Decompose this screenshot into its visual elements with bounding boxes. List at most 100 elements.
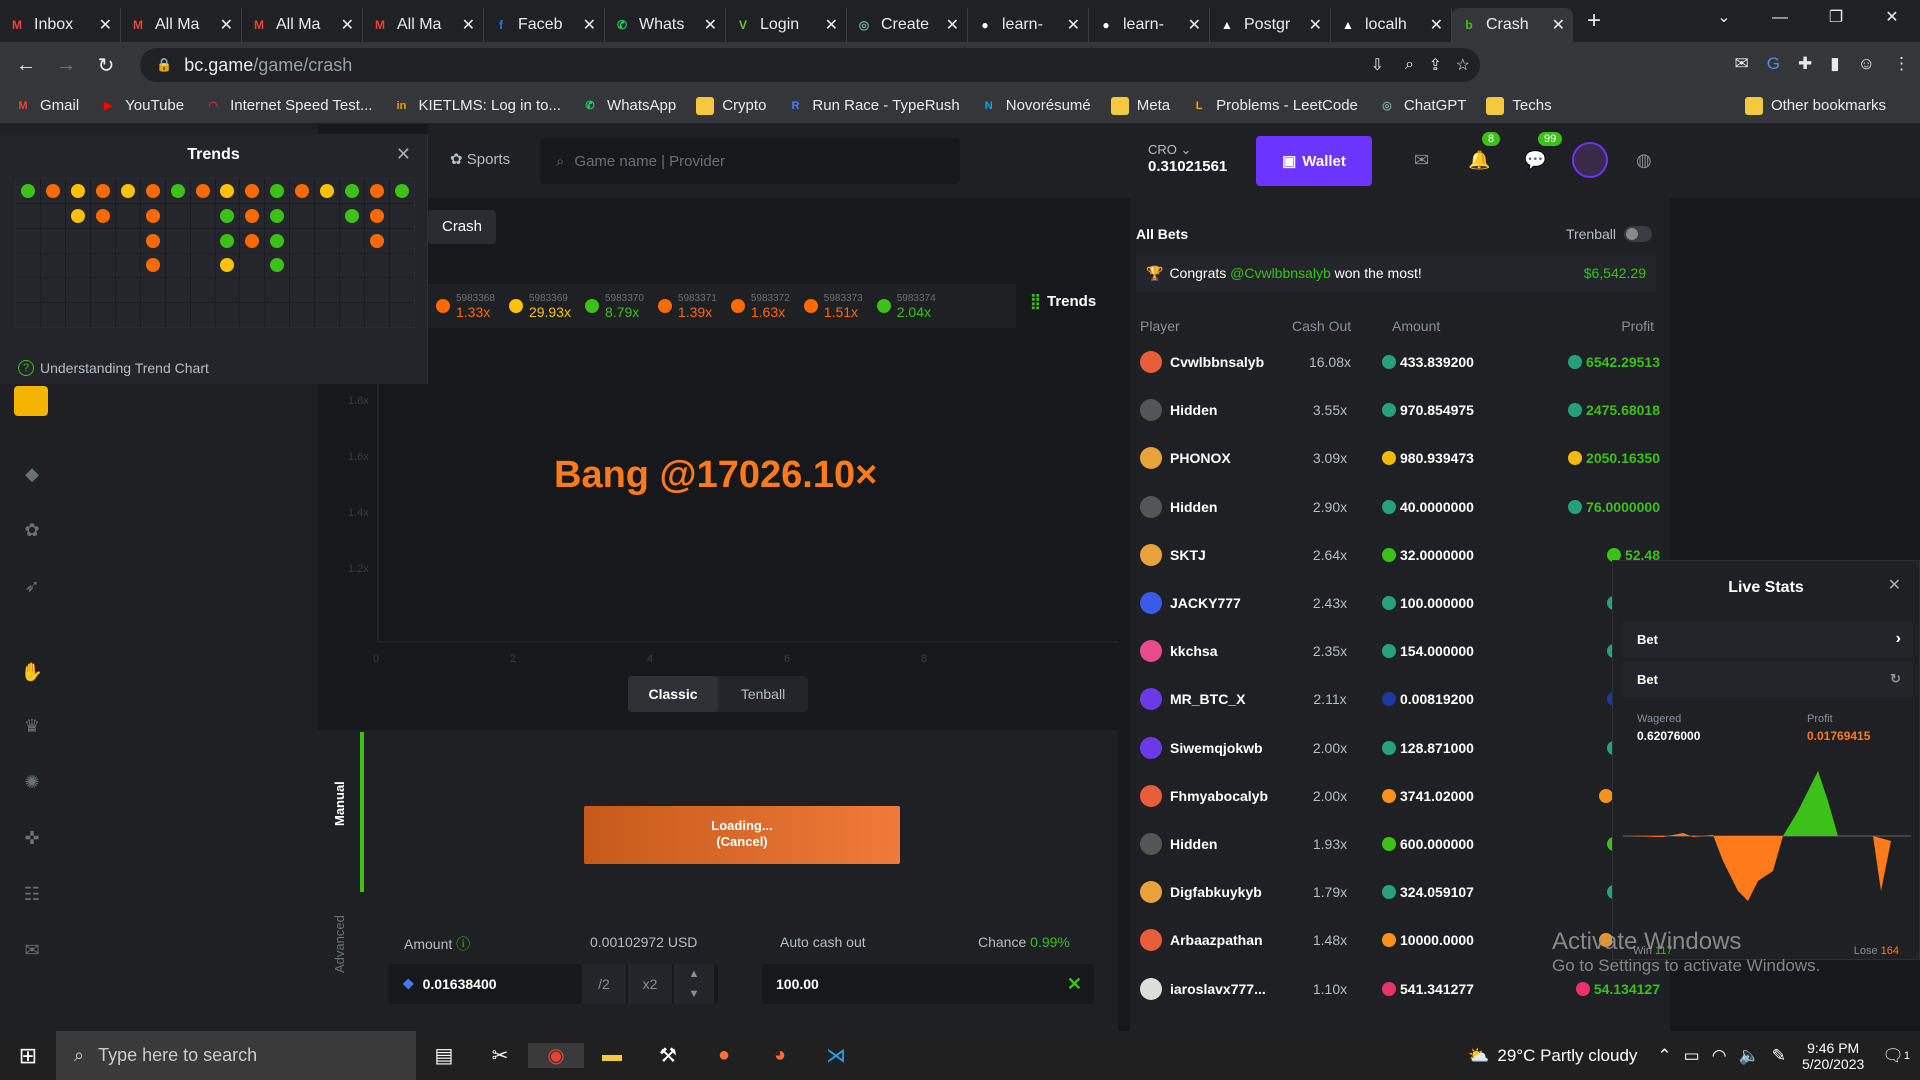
- sidebar-racing-icon[interactable]: ➶: [20, 576, 44, 600]
- sidebar-sports-icon[interactable]: ✿: [20, 520, 44, 544]
- refresh-icon[interactable]: ↻: [1890, 671, 1901, 687]
- close-tab-icon[interactable]: ✕: [1430, 15, 1443, 35]
- half-button[interactable]: /2: [582, 964, 626, 1004]
- bookmark-item[interactable]: M Gmail: [14, 97, 79, 115]
- understanding-trend-link[interactable]: ? Understanding Trend Chart: [18, 360, 209, 376]
- sidebar-lottery-icon[interactable]: ✋: [20, 662, 44, 686]
- extensions-puzzle-icon[interactable]: ✚: [1798, 54, 1812, 74]
- tab-crash[interactable]: Crash: [428, 210, 496, 244]
- menu-kebab-icon[interactable]: ⋮: [1893, 54, 1910, 74]
- history-item[interactable]: 5983368 1.33x: [436, 293, 495, 320]
- history-item[interactable]: 5983373 1.51x: [803, 293, 863, 320]
- other-bookmarks[interactable]: Other bookmarks: [1744, 96, 1886, 115]
- browser-tab[interactable]: M All Ma ✕: [242, 8, 363, 42]
- close-tab-icon[interactable]: ✕: [220, 15, 233, 35]
- sidebar-game-icon[interactable]: ✜: [20, 828, 44, 852]
- clock[interactable]: 9:46 PM 5/20/2023: [1802, 1040, 1864, 1072]
- close-tab-icon[interactable]: ✕: [1552, 15, 1565, 35]
- maximize-button[interactable]: ❐: [1808, 0, 1864, 36]
- bet-row[interactable]: PHONOX 3.09x 980.939473 2050.16350: [1140, 440, 1660, 476]
- notification-bell-icon[interactable]: 🔔: [1468, 150, 1490, 171]
- browser-tab[interactable]: M All Ma ✕: [363, 8, 484, 42]
- browser-tab[interactable]: ▲ Postgr ✕: [1210, 8, 1331, 42]
- bet-row[interactable]: SKTJ 2.64x 32.0000000 52.48: [1140, 537, 1660, 573]
- bet-row[interactable]: Hidden1.93x600.000000558.0: [1140, 826, 1660, 862]
- sidebar-chat-icon[interactable]: ✉: [20, 940, 44, 964]
- close-icon[interactable]: ✕: [1888, 575, 1901, 595]
- sidebar-casino-icon[interactable]: ◆: [20, 464, 44, 488]
- browser-tab[interactable]: M All Ma ✕: [121, 8, 242, 42]
- share-icon[interactable]: ⇪: [1429, 55, 1442, 75]
- bet-row[interactable]: Hidden 2.90x 40.0000000 76.0000000: [1140, 489, 1660, 525]
- browser-tab[interactable]: ✆ Whats ✕: [605, 8, 726, 42]
- bet-row[interactable]: Siwemqjokwb2.00x128.871000128.8: [1140, 730, 1660, 766]
- bookmark-item[interactable]: ✆ WhatsApp: [581, 97, 676, 115]
- forward-button[interactable]: →: [46, 54, 86, 77]
- wifi-icon[interactable]: ◠: [1712, 1046, 1727, 1066]
- bet-row[interactable]: Hidden 3.55x 970.854975 2475.68018: [1140, 392, 1660, 428]
- bookmark-item[interactable]: L Problems - LeetCode: [1190, 97, 1358, 115]
- auto-cashout-input[interactable]: 100.00 ✕: [762, 964, 1094, 1004]
- vscode-icon[interactable]: ⋊: [808, 1043, 864, 1068]
- browser-tab[interactable]: ● learn- ✕: [1089, 8, 1210, 42]
- language-globe-icon[interactable]: ◍: [1636, 150, 1652, 171]
- promo-icon[interactable]: [14, 386, 48, 416]
- close-tab-icon[interactable]: ✕: [462, 15, 475, 35]
- bet-select[interactable]: Bet ›: [1623, 621, 1913, 657]
- user-avatar[interactable]: [1572, 142, 1608, 178]
- postman-icon[interactable]: ◕: [752, 1044, 808, 1067]
- mail-extension-icon[interactable]: ✉: [1735, 54, 1749, 74]
- bookmark-item[interactable]: ▶ YouTube: [99, 97, 184, 115]
- tab-classic[interactable]: Classic: [628, 676, 718, 712]
- close-tab-icon[interactable]: ✕: [825, 15, 838, 35]
- firefox-icon[interactable]: ●: [696, 1044, 752, 1067]
- history-item[interactable]: 5983371 1.39x: [657, 293, 717, 320]
- sidebar-vip-icon[interactable]: ♛: [20, 716, 44, 740]
- tray-chevron-icon[interactable]: ⌃: [1657, 1046, 1671, 1066]
- bookmark-item[interactable]: R Run Race - TypeRush: [786, 97, 959, 115]
- history-item[interactable]: 5983370 8.79x: [584, 293, 644, 320]
- notification-center-icon[interactable]: 🗨: [1882, 1046, 1904, 1066]
- currency-balance[interactable]: CRO ⌄ 0.31021561: [1148, 142, 1227, 175]
- tools-icon[interactable]: ⚒: [640, 1043, 696, 1068]
- history-item[interactable]: 5983372 1.63x: [730, 293, 790, 320]
- bet-row[interactable]: Cvwlbbnsalyb 16.08x 433.839200 6542.29513: [1140, 344, 1660, 380]
- back-button[interactable]: ←: [6, 54, 46, 77]
- snipping-tool-icon[interactable]: ✂: [472, 1043, 528, 1068]
- trends-button[interactable]: ⣿ Trends: [1030, 292, 1102, 310]
- bet-row[interactable]: Digfabkuykyb1.79x324.059107256.0: [1140, 874, 1660, 910]
- game-search-input[interactable]: ⌕ Game name | Provider: [540, 138, 960, 184]
- double-button[interactable]: x2: [628, 964, 672, 1004]
- browser-tab[interactable]: M Inbox ✕: [0, 8, 121, 42]
- tab-search-icon[interactable]: ⌄: [1696, 0, 1752, 36]
- bet-row[interactable]: Fhmyabocalyb2.00x3741.020003741.0: [1140, 778, 1660, 814]
- trenball-toggle[interactable]: Trenball: [1566, 226, 1652, 242]
- profile-avatar-icon[interactable]: ☺: [1858, 54, 1875, 74]
- tab-manual[interactable]: Manual: [332, 754, 362, 854]
- tab-trenball[interactable]: Tenball: [718, 676, 808, 712]
- close-tab-icon[interactable]: ✕: [583, 15, 596, 35]
- bookmark-item[interactable]: ◎ ChatGPT: [1378, 97, 1466, 115]
- browser-tab[interactable]: ● learn- ✕: [968, 8, 1089, 42]
- sidebar-wheel-icon[interactable]: ✺: [20, 772, 44, 796]
- close-tab-icon[interactable]: ✕: [1067, 15, 1080, 35]
- close-tab-icon[interactable]: ✕: [341, 15, 354, 35]
- cancel-bet-button[interactable]: Loading... (Cancel): [584, 806, 900, 864]
- chat-icon[interactable]: 💬: [1524, 150, 1546, 171]
- close-tab-icon[interactable]: ✕: [704, 15, 717, 35]
- bet-row[interactable]: MR_BTC_X2.11x0.008192000.009: [1140, 681, 1660, 717]
- amount-input[interactable]: ❖ 0.01638400 /2 x2 ▲ ▼: [388, 964, 718, 1004]
- history-item[interactable]: 5983369 29.93x: [508, 293, 571, 320]
- close-tab-icon[interactable]: ✕: [1188, 15, 1201, 35]
- bookmark-item[interactable]: N Novorésumé: [980, 97, 1091, 115]
- close-tab-icon[interactable]: ✕: [1309, 15, 1322, 35]
- install-icon[interactable]: ⇩: [1371, 55, 1384, 75]
- windows-start-icon[interactable]: ⊞: [0, 1043, 56, 1069]
- browser-tab[interactable]: b Crash ✕: [1452, 8, 1573, 42]
- bookmark-item[interactable]: Crypto: [696, 96, 766, 115]
- pen-icon[interactable]: ✎: [1772, 1046, 1786, 1066]
- close-icon[interactable]: ✕: [396, 144, 411, 165]
- address-bar[interactable]: 🔒 bc.game/game/crash ⇩ ⌕ ⇪ ☆: [140, 48, 1480, 82]
- taskbar-search-input[interactable]: ⌕ Type here to search: [56, 1031, 416, 1080]
- bookmark-item[interactable]: in KIETLMS: Log in to...: [392, 97, 561, 115]
